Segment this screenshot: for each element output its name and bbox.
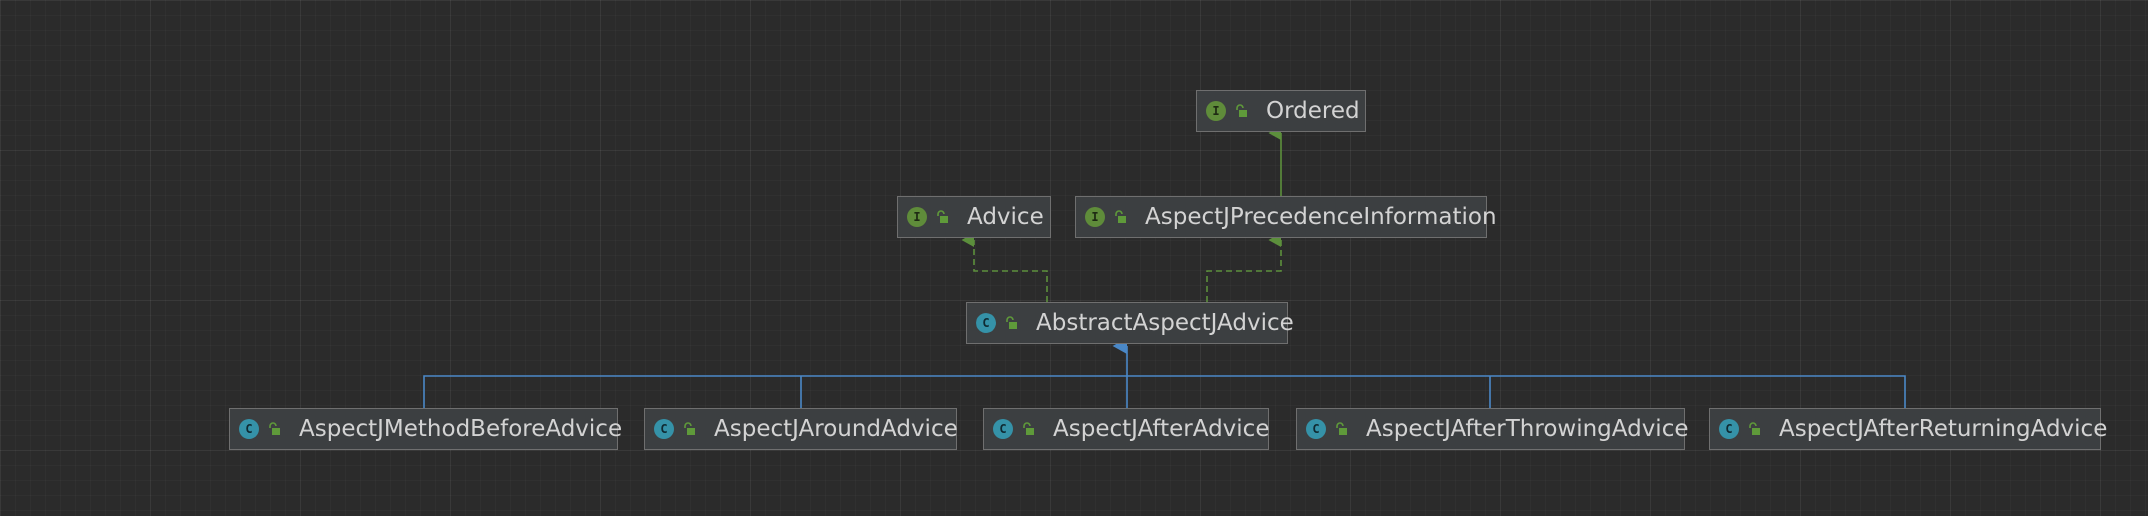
node-label: AspectJAroundAdvice <box>714 416 958 442</box>
node-label: AspectJAfterAdvice <box>1053 416 1270 442</box>
abstract-class-icon: C <box>974 311 998 335</box>
node-label: AbstractAspectJAdvice <box>1036 310 1294 336</box>
node-label: AspectJAfterThrowingAdvice <box>1366 416 1689 442</box>
node-aspectj-method-before-advice[interactable]: C AspectJMethodBeforeAdvice <box>229 408 622 450</box>
node-ordered[interactable]: I Ordered <box>1196 90 1366 132</box>
unlock-icon <box>1334 422 1348 436</box>
node-label: Advice <box>967 204 1044 230</box>
node-aspectj-around-advice[interactable]: C AspectJAroundAdvice <box>644 408 958 450</box>
unlock-icon <box>1004 316 1018 330</box>
interface-icon: I <box>907 207 927 227</box>
interface-icon: I <box>1206 101 1226 121</box>
node-aspectj-after-advice[interactable]: C AspectJAfterAdvice <box>983 408 1269 450</box>
node-label: AspectJPrecedenceInformation <box>1145 204 1497 230</box>
edge-subclasses-bus <box>423 375 1906 408</box>
class-icon: C <box>1306 419 1326 439</box>
node-label: AspectJMethodBeforeAdvice <box>299 416 623 442</box>
node-abstract-aspectj-advice[interactable]: C AbstractAspectJAdvice <box>966 302 1294 344</box>
unlock-icon <box>1234 104 1248 118</box>
unlock-icon <box>682 422 696 436</box>
unlock-icon <box>1747 422 1761 436</box>
unlock-icon <box>935 210 949 224</box>
node-aspectj-precedence-information[interactable]: I AspectJPrecedenceInformation <box>1075 196 1497 238</box>
uml-class-diagram: I Ordered I Advice I AspectJPrecedenceIn… <box>0 0 2148 516</box>
node-aspectj-after-throwing-advice[interactable]: C AspectJAfterThrowingAdvice <box>1296 408 1689 450</box>
class-icon: C <box>1719 419 1739 439</box>
interface-icon: I <box>1085 207 1105 227</box>
node-label: AspectJAfterReturningAdvice <box>1779 416 2108 442</box>
class-icon: C <box>654 419 674 439</box>
edge-abstract-to-precedence <box>1206 233 1282 302</box>
unlock-icon <box>1113 210 1127 224</box>
class-icon: C <box>239 419 259 439</box>
node-label: Ordered <box>1266 98 1360 124</box>
node-aspectj-after-returning-advice[interactable]: C AspectJAfterReturningAdvice <box>1709 408 2107 450</box>
edge-abstract-to-advice <box>961 233 1048 302</box>
node-advice[interactable]: I Advice <box>897 196 1051 238</box>
unlock-icon <box>1021 422 1035 436</box>
class-icon: C <box>993 419 1013 439</box>
unlock-icon <box>267 422 281 436</box>
